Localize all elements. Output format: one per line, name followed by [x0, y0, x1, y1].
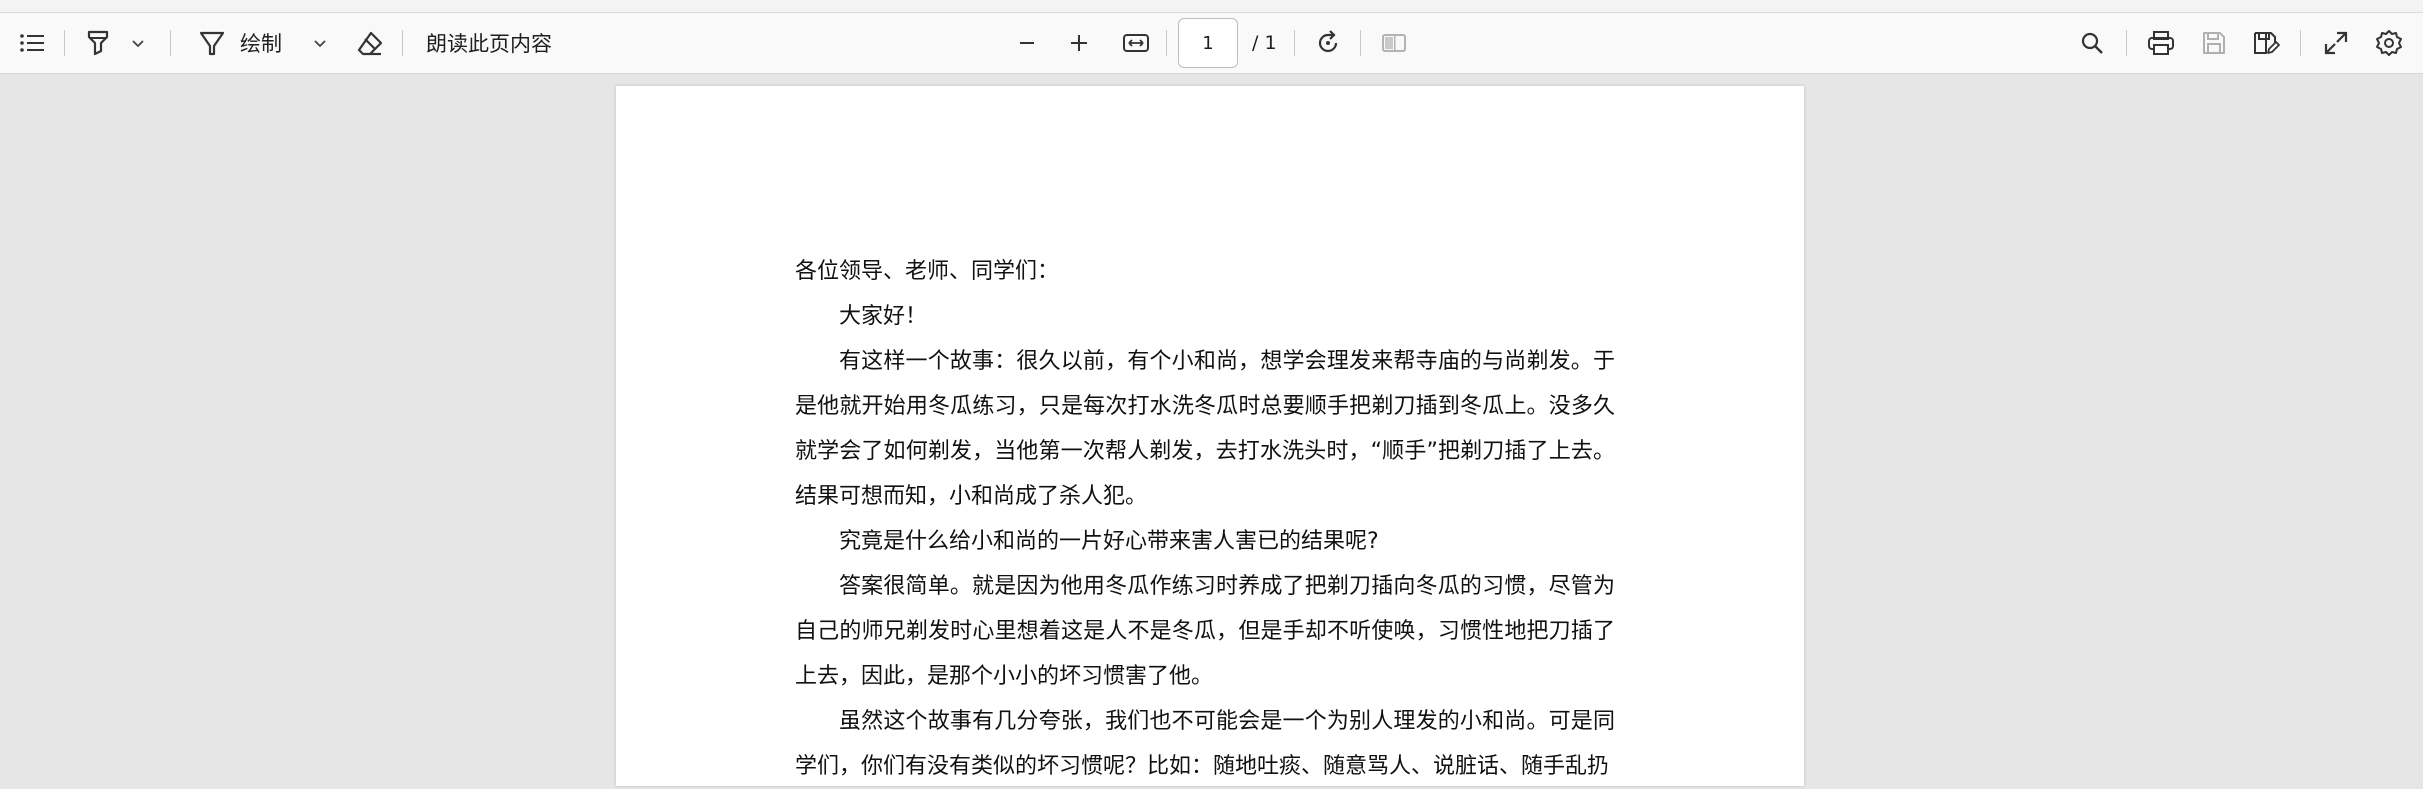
zoom-out-icon[interactable]	[1010, 13, 1044, 73]
save-icon[interactable]	[2196, 13, 2232, 73]
paragraph: 究竟是什么给小和尚的一片好心带来害人害已的结果呢?	[839, 529, 1379, 554]
salutation: 各位领导、老师、同学们：	[795, 259, 1060, 284]
toolbar-separator	[64, 30, 65, 56]
draw-label: 绘制	[240, 32, 282, 56]
draw-pen-icon[interactable]	[194, 13, 230, 73]
search-icon[interactable]	[2074, 13, 2110, 73]
toolbar-separator	[1360, 30, 1361, 56]
toolbar-separator	[1294, 30, 1295, 56]
zoom-in-icon[interactable]	[1062, 13, 1096, 73]
highlight-icon[interactable]	[78, 13, 118, 73]
paragraph: 答案很简单。就是因为他用冬瓜作练习时养成了把剃刀插向冬瓜的习惯，尽管为自己的师兄…	[795, 574, 1615, 689]
read-aloud-label: 朗读此页内容	[426, 32, 552, 56]
read-aloud-button[interactable]: 朗读此页内容	[426, 13, 552, 73]
rotate-icon[interactable]	[1310, 13, 1346, 73]
print-icon[interactable]	[2142, 13, 2180, 73]
page-number-input[interactable]: 1	[1178, 18, 1238, 68]
contents-list-icon[interactable]	[14, 13, 50, 73]
toolbar-separator	[402, 30, 403, 56]
draw-chevron-down-icon[interactable]	[306, 13, 334, 73]
page-total: / 1	[1252, 32, 1277, 54]
paragraph: 虽然这个故事有几分夸张，我们也不可能会是一个为别人理发的小和尚。可是同学们，你们…	[795, 709, 1615, 779]
window-top-strip	[0, 0, 2423, 13]
eraser-icon[interactable]	[352, 13, 388, 73]
settings-gear-icon[interactable]	[2370, 13, 2408, 73]
draw-button[interactable]: 绘制	[240, 13, 282, 73]
toolbar-separator	[170, 30, 171, 56]
pdf-page: 各位领导、老师、同学们： 大家好！ 有这样一个故事：很久以前，有个小和尚，想学会…	[616, 86, 1804, 786]
paragraph: 有这样一个故事：很久以前，有个小和尚，想学会理发来帮寺庙的与尚剃发。于是他就开始…	[795, 349, 1615, 509]
page-text: 各位领导、老师、同学们： 大家好！ 有这样一个故事：很久以前，有个小和尚，想学会…	[795, 249, 1615, 789]
toolbar-separator	[1166, 30, 1167, 56]
save-as-icon[interactable]	[2248, 13, 2284, 73]
toolbar-separator	[2300, 30, 2301, 56]
two-page-view-icon[interactable]	[1376, 13, 1412, 73]
fit-to-width-icon[interactable]	[1116, 13, 1156, 73]
pdf-toolbar: 绘制 朗读此页内容 1 / 1	[0, 13, 2423, 74]
highlight-chevron-down-icon[interactable]	[124, 13, 152, 73]
fullscreen-expand-icon[interactable]	[2318, 13, 2354, 73]
paragraph: 大家好！	[839, 304, 928, 329]
toolbar-separator	[2126, 30, 2127, 56]
